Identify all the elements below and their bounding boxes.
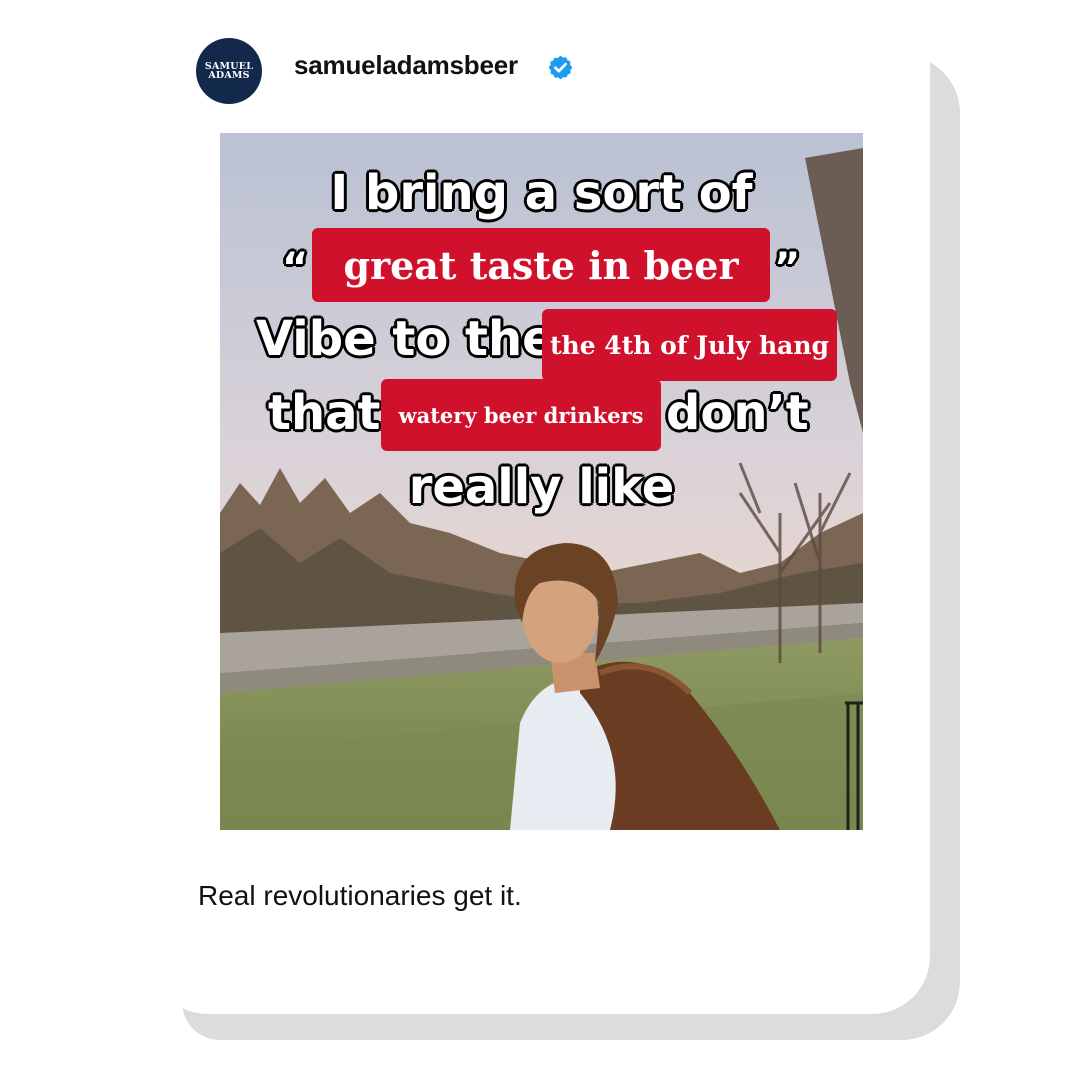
overlay-line-4-suffix: don’t [666, 385, 809, 441]
overlay-line-3-prefix: Vibe to the [256, 311, 555, 367]
username[interactable]: samueladamsbeer [294, 50, 518, 81]
overlay-open-quote: “ [282, 245, 309, 291]
verified-badge-icon [548, 55, 573, 80]
overlay-line-5: really like [408, 459, 675, 515]
overlay-close-quote: ” [774, 245, 801, 291]
post-image[interactable]: I bring a sort of “ great taste in beer … [220, 133, 863, 830]
highlight-great-taste: great taste in beer [312, 228, 770, 302]
avatar[interactable]: SAMUEL ADAMS [196, 38, 262, 104]
highlight-watery-beer: watery beer drinkers [381, 379, 661, 451]
overlay-line-4-prefix: that [268, 385, 381, 441]
overlay-line-1: I bring a sort of [330, 165, 753, 221]
highlight-4th-of-july: the 4th of July hang [542, 309, 837, 381]
post-caption: Real revolutionaries get it. [198, 880, 522, 911]
avatar-text-line2: ADAMS [208, 70, 250, 81]
